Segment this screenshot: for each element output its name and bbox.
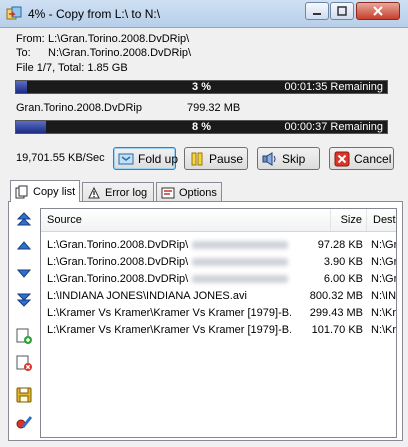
minimize-icon [313, 13, 321, 15]
tab-error-log[interactable]: Error log [82, 182, 154, 202]
list-item[interactable]: L:\Gran.Torino.2008.DvDRip\ 6.00 KB N:\Gra… [41, 271, 397, 288]
list-item-source-text: L:\Gran.Torino.2008.DvDRip\ [47, 273, 189, 285]
pause-icon [191, 152, 203, 165]
file-time-remaining: 00:00:37 Remaining [284, 121, 383, 133]
tab-error-log-label: Error log [105, 186, 148, 199]
list-item-destination: N:\IN [371, 290, 397, 302]
list-item-source: L:\Gran.Torino.2008.DvDRip\ [47, 254, 291, 271]
cancel-label: Cancel [354, 151, 392, 166]
copy-list-panel: Source Size Destin L:\Gran.Torino.2008.D… [8, 201, 403, 441]
list-item-size: 299.43 MB [309, 307, 363, 319]
move-top-icon[interactable] [15, 210, 33, 228]
close-icon [373, 6, 383, 16]
column-destination[interactable]: Destin [367, 209, 396, 231]
list-item-source: L:\Kramer Vs Kramer\Kramer Vs Kramer [19… [47, 305, 291, 322]
to-path: N:\Gran.Torino.2008.DvDRip\ [48, 47, 192, 59]
list-item-size: 6.00 KB [323, 273, 363, 285]
minimize-button[interactable] [305, 2, 329, 20]
column-size[interactable]: Size [331, 209, 367, 231]
list-item-destination: N:\Kra [371, 307, 397, 319]
tab-options[interactable]: Options [156, 182, 222, 202]
file-progress-bar: 8 % 00:00:37 Remaining [15, 120, 388, 134]
from-label: From: [16, 33, 45, 45]
redacted-filename [192, 258, 289, 267]
fold-up-icon [118, 153, 134, 164]
current-file-size: 799.32 MB [187, 102, 241, 114]
app-icon [6, 6, 22, 20]
current-file-name: Gran.Torino.2008.DvDRip [16, 102, 142, 114]
window-title: 4% - Copy from L:\ to N:\ [28, 7, 161, 21]
list-item-size: 800.32 MB [309, 290, 363, 302]
pause-label: Pause [209, 151, 244, 166]
list-item-source-text: L:\INDIANA JONES\INDIANA JONES.avi [47, 290, 247, 302]
cancel-button[interactable]: Cancel [329, 147, 394, 170]
error-log-icon [88, 186, 100, 198]
close-button[interactable] [356, 2, 400, 20]
list-item-source: L:\INDIANA JONES\INDIANA JONES.avi [47, 288, 291, 305]
total-progress-bar: 3 % 00:01:35 Remaining [15, 80, 388, 94]
list-item-source-text: L:\Gran.Torino.2008.DvDRip\ [47, 239, 189, 251]
move-bottom-icon[interactable] [15, 291, 33, 309]
list-item-size: 97.28 KB [317, 239, 363, 251]
list-item-size: 101.70 KB [311, 324, 363, 336]
redacted-filename [192, 275, 289, 284]
list-item-source: L:\Gran.Torino.2008.DvDRip\ [47, 271, 291, 288]
pause-button[interactable]: Pause [184, 147, 248, 170]
list-item-source: L:\Kramer Vs Kramer\Kramer Vs Kramer [19… [47, 322, 291, 339]
list-header: Source Size Destin [41, 209, 396, 232]
column-source[interactable]: Source [41, 209, 331, 231]
to-label: To: [16, 47, 31, 59]
list-item-destination: N:\Gran [371, 273, 397, 285]
list-item-destination: N:\Kra [371, 324, 397, 336]
list-item[interactable]: L:\Gran.Torino.2008.DvDRip\ 97.28 KB N:\Gr… [41, 237, 397, 254]
list-item-size: 3.90 KB [323, 256, 363, 268]
list-item-destination: N:\Gran [371, 256, 397, 268]
options-icon [161, 187, 175, 198]
list-item-source-text: L:\Kramer Vs Kramer\Kramer Vs Kramer [19… [47, 307, 291, 319]
list-item-source: L:\Gran.Torino.2008.DvDRip\ [47, 237, 291, 254]
tab-copy-list[interactable]: Copy list [10, 180, 80, 202]
tab-options-label: Options [179, 186, 217, 199]
copy-list-icon [15, 185, 28, 198]
redacted-filename [192, 241, 289, 250]
maximize-icon [337, 6, 347, 16]
list-item[interactable]: L:\Kramer Vs Kramer\Kramer Vs Kramer [19… [41, 305, 397, 322]
transfer-speed: 19,701.55 KB/Sec [16, 152, 105, 164]
from-row: From: L:\Gran.Torino.2008.DvDRip\ [16, 33, 189, 45]
list-item[interactable]: L:\Kramer Vs Kramer\Kramer Vs Kramer [19… [41, 322, 397, 339]
maximize-button[interactable] [330, 2, 354, 20]
title-bar[interactable]: 4% - Copy from L:\ to N:\ [0, 0, 408, 28]
add-file-icon[interactable] [15, 327, 33, 345]
list-item-source-text: L:\Gran.Torino.2008.DvDRip\ [47, 256, 189, 268]
fold-up-button[interactable]: Fold up [113, 147, 179, 170]
cancel-icon [334, 151, 350, 166]
from-path: L:\Gran.Torino.2008.DvDRip\ [48, 33, 190, 45]
fold-up-label: Fold up [138, 151, 179, 166]
list-item[interactable]: L:\Gran.Torino.2008.DvDRip\ 3.90 KB N:\Gra… [41, 254, 397, 271]
skip-button[interactable]: Skip [257, 147, 320, 170]
save-icon[interactable] [15, 386, 33, 404]
file-status: File 1/7, Total: 1.85 GB [16, 62, 128, 74]
edit-list-icon[interactable] [15, 413, 33, 431]
to-row: To: N:\Gran.Torino.2008.DvDRip\ [16, 47, 191, 59]
list-item-source-text: L:\Kramer Vs Kramer\Kramer Vs Kramer [19… [47, 324, 291, 336]
list-item-destination: N:\Gran [371, 239, 397, 251]
move-down-icon[interactable] [15, 264, 33, 282]
list-item[interactable]: L:\INDIANA JONES\INDIANA JONES.avi 800.32… [41, 288, 397, 305]
tab-copy-list-label: Copy list [33, 185, 76, 198]
skip-label: Skip [282, 151, 306, 166]
total-time-remaining: 00:01:35 Remaining [284, 81, 383, 93]
remove-file-icon[interactable] [15, 354, 33, 372]
skip-icon [262, 151, 276, 166]
move-up-icon[interactable] [15, 237, 33, 255]
file-list[interactable]: Source Size Destin L:\Gran.Torino.2008.D… [40, 208, 397, 438]
